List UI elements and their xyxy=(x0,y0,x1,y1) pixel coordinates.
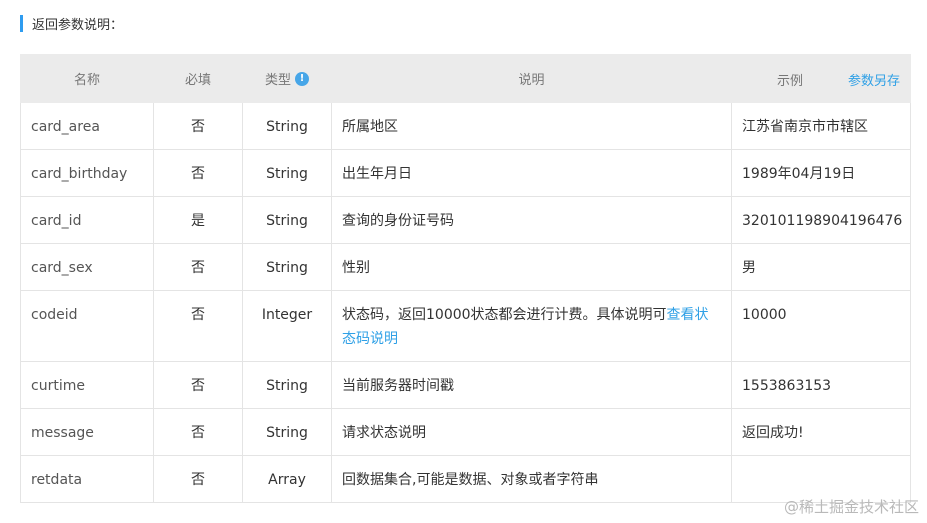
param-required: 否 xyxy=(153,149,243,197)
param-desc: 查询的身份证号码 xyxy=(331,196,732,244)
section-title-text: 返回参数说明： xyxy=(32,17,124,33)
param-desc: 回数据集合,可能是数据、对象或者字符串 xyxy=(331,455,732,503)
param-type: String xyxy=(242,408,332,456)
header-example: 示例 参数另存 xyxy=(731,54,911,103)
header-desc: 说明 xyxy=(331,54,732,103)
param-desc: 出生年月日 xyxy=(331,149,732,197)
param-type: String xyxy=(242,149,332,197)
section-title: 返回参数说明： xyxy=(20,14,124,33)
param-desc-text: 性别 xyxy=(342,260,370,276)
header-example-label: 示例 xyxy=(777,74,804,89)
param-desc-text: 当前服务器时间戳 xyxy=(342,378,454,394)
table-row: card_id 是 String 查询的身份证号码 320101198904196476 xyxy=(20,196,911,244)
param-type: String xyxy=(242,243,332,291)
param-name: message xyxy=(20,408,154,456)
param-desc: 性别 xyxy=(331,243,732,291)
param-name: card_birthday xyxy=(20,149,154,197)
param-required: 否 xyxy=(153,455,243,503)
param-name: curtime xyxy=(20,361,154,409)
table-row: card_birthday 否 String 出生年月日 1989年04月19日 xyxy=(20,149,911,197)
table-row: card_sex 否 String 性别 男 xyxy=(20,243,911,291)
info-icon[interactable]: ! xyxy=(295,72,309,86)
table-row: retdata 否 Array 回数据集合,可能是数据、对象或者字符串 xyxy=(20,455,911,503)
param-desc-text: 回数据集合,可能是数据、对象或者字符串 xyxy=(342,472,599,488)
header-type-label: 类型 xyxy=(264,73,291,88)
param-example: 10000 xyxy=(731,290,911,362)
param-required: 否 xyxy=(153,243,243,291)
param-name: card_area xyxy=(20,102,154,150)
param-desc-text: 出生年月日 xyxy=(342,166,412,182)
param-name: card_sex xyxy=(20,243,154,291)
param-type: String xyxy=(242,361,332,409)
param-desc-text: 所属地区 xyxy=(342,119,398,135)
param-desc: 所属地区 xyxy=(331,102,732,150)
param-desc-text: 状态码，返回10000状态都会进行计费。具体说明可 xyxy=(342,307,667,323)
return-params-table: 名称 必填 类型! 说明 示例 参数另存 card_area 否 String 所属地… xyxy=(20,54,911,503)
param-example: 1989年04月19日 xyxy=(731,149,911,197)
param-type: String xyxy=(242,196,332,244)
watermark: @稀土掘金技术社区 xyxy=(783,498,919,516)
param-desc-text: 查询的身份证号码 xyxy=(342,213,454,229)
save-params-link[interactable]: 参数另存 xyxy=(848,70,900,89)
param-name: retdata xyxy=(20,455,154,503)
header-required: 必填 xyxy=(153,54,243,103)
param-example: 返回成功! xyxy=(731,408,911,456)
param-required: 否 xyxy=(153,408,243,456)
param-type: String xyxy=(242,102,332,150)
param-name: codeid xyxy=(20,290,154,362)
param-desc-text: 请求状态说明 xyxy=(342,425,426,441)
param-example: 320101198904196476 xyxy=(731,196,911,244)
header-type: 类型! xyxy=(242,54,332,103)
header-name: 名称 xyxy=(20,54,154,103)
param-type: Array xyxy=(242,455,332,503)
param-desc: 状态码，返回10000状态都会进行计费。具体说明可查看状态码说明 xyxy=(331,290,732,362)
table-row: curtime 否 String 当前服务器时间戳 1553863153 xyxy=(20,361,911,409)
param-desc: 当前服务器时间戳 xyxy=(331,361,732,409)
param-type: Integer xyxy=(242,290,332,362)
param-required: 否 xyxy=(153,290,243,362)
param-example: 江苏省南京市市辖区 xyxy=(731,102,911,150)
param-desc: 请求状态说明 xyxy=(331,408,732,456)
param-required: 是 xyxy=(153,196,243,244)
table-row: card_area 否 String 所属地区 江苏省南京市市辖区 xyxy=(20,102,911,150)
table-row: message 否 String 请求状态说明 返回成功! xyxy=(20,408,911,456)
title-accent-bar xyxy=(20,14,23,32)
param-example: 1553863153 xyxy=(731,361,911,409)
param-example: 男 xyxy=(731,243,911,291)
table-row: codeid 否 Integer 状态码，返回10000状态都会进行计费。具体说明可查… xyxy=(20,290,911,362)
param-name: card_id xyxy=(20,196,154,244)
param-required: 否 xyxy=(153,361,243,409)
table-header-row: 名称 必填 类型! 说明 示例 参数另存 xyxy=(20,54,911,103)
param-required: 否 xyxy=(153,102,243,150)
